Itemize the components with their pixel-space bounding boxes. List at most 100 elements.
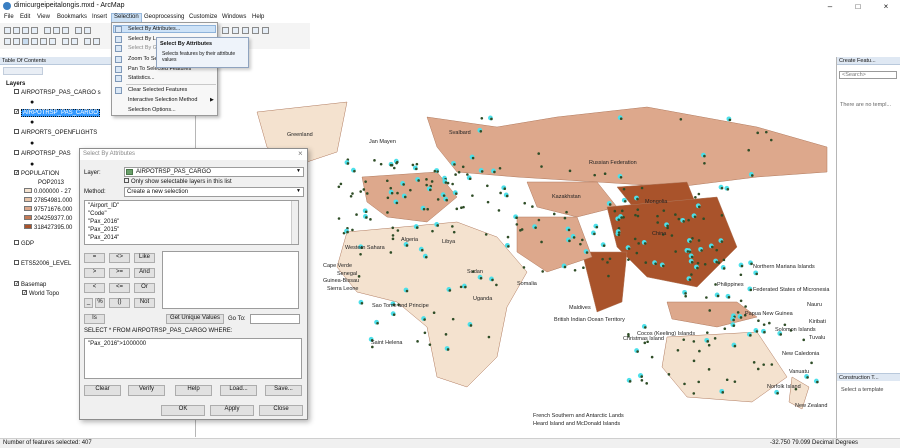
identify-icon[interactable] — [93, 38, 100, 45]
toc-layer-1[interactable]: ✓ AIRPOTRSP_PAS_CARGO — [14, 109, 100, 118]
field-item[interactable]: "Pax_2014" — [88, 235, 119, 241]
toc-layer-3[interactable]: AIRPOTRSP_PAS — [14, 150, 71, 157]
print-icon[interactable] — [31, 27, 38, 34]
only-selectable-checkbox[interactable] — [124, 178, 129, 183]
menu-geoprocessing[interactable]: Geoprocessing — [144, 14, 184, 20]
copy-icon[interactable] — [53, 27, 60, 34]
layer-checkbox[interactable]: ✓ — [22, 290, 27, 296]
field-item[interactable]: "Pax_2016" — [88, 219, 119, 225]
operator-button[interactable]: < — [84, 283, 105, 293]
field-item[interactable]: "Pax_2015" — [88, 227, 119, 233]
paste-icon[interactable] — [62, 27, 69, 34]
clear-button[interactable]: Clear — [84, 385, 121, 396]
menu-view[interactable]: View — [37, 14, 50, 20]
menu-item-select-by-attributes[interactable]: Select By Attributes... — [128, 26, 180, 32]
apply-button[interactable]: Apply — [210, 405, 254, 416]
menu-bookmarks[interactable]: Bookmarks — [57, 14, 87, 20]
operator-button[interactable]: Or — [134, 283, 155, 293]
toc-view-buttons[interactable] — [3, 67, 43, 75]
operator-button[interactable]: >= — [109, 268, 130, 278]
open-folder-icon[interactable] — [13, 27, 20, 34]
python-icon[interactable] — [262, 27, 269, 34]
help-button[interactable]: Help — [175, 385, 212, 396]
layer-checkbox[interactable] — [14, 260, 19, 265]
template-search-input[interactable]: <Search> — [839, 71, 897, 79]
editor-icon[interactable] — [222, 27, 229, 34]
pan-icon[interactable] — [22, 38, 29, 45]
dialog-close-icon[interactable]: × — [298, 149, 303, 158]
menu-item-select-by-location[interactable]: Select By Lo — [128, 36, 159, 42]
get-unique-values-button[interactable]: Get Unique Values — [166, 314, 224, 324]
menu-edit[interactable]: Edit — [20, 14, 30, 20]
toc-layer-6[interactable]: ETS52006_LEVEL — [14, 260, 71, 267]
operator-button[interactable]: = — [84, 253, 105, 263]
close-dialog-button[interactable]: Close — [259, 405, 303, 416]
arctoolbox-icon[interactable] — [252, 27, 259, 34]
operator-button[interactable]: > — [84, 268, 105, 278]
new-document-icon[interactable] — [4, 27, 11, 34]
operator-button[interactable]: <= — [109, 283, 130, 293]
layer-checkbox[interactable]: ✓ — [14, 109, 19, 115]
search-window-icon[interactable] — [242, 27, 249, 34]
fields-list[interactable]: "Airport_ID" "Code" "Pax_2016" "Pax_2015… — [84, 200, 299, 245]
menu-item-selection-options[interactable]: Selection Options... — [128, 107, 176, 113]
toc-basemap-child[interactable]: ✓ World Topo — [22, 290, 59, 297]
menu-item-clear-selected[interactable]: Clear Selected Features — [128, 87, 187, 93]
cut-icon[interactable] — [44, 27, 51, 34]
fixed-zoom-in-icon[interactable] — [40, 38, 47, 45]
is-button[interactable]: Is — [84, 314, 105, 324]
operator-button[interactable]: And — [134, 268, 155, 278]
maximize-button[interactable]: □ — [844, 0, 872, 13]
layer-checkbox[interactable] — [14, 89, 19, 94]
layer-checkbox[interactable] — [14, 129, 19, 134]
operator-button[interactable]: Like — [134, 253, 155, 263]
only-selectable-option[interactable]: Only show selectable layers in this list — [124, 178, 232, 185]
sql-expression-input[interactable]: "Pax_2016">1000000 — [84, 338, 302, 379]
menu-item-statistics[interactable]: Statistics... — [128, 75, 155, 81]
toc-layer-5[interactable]: GDP — [14, 240, 34, 247]
layer-checkbox[interactable]: ✓ — [14, 170, 19, 176]
fixed-zoom-out-icon[interactable] — [49, 38, 56, 45]
menu-item-zoom-to-selected[interactable]: Zoom To Se — [128, 56, 158, 62]
operator-button[interactable]: _ — [84, 298, 93, 308]
operator-button[interactable]: Not — [134, 298, 155, 308]
operator-button[interactable]: <> — [109, 253, 130, 263]
unique-values-list[interactable] — [162, 251, 299, 309]
fields-scrollbar[interactable] — [291, 201, 298, 244]
layer-select[interactable]: AIRPOTRSP_PAS_CARGO ▼ — [124, 167, 304, 177]
field-item[interactable]: "Airport_ID" — [88, 203, 119, 209]
layers-group[interactable]: Layers — [6, 81, 25, 87]
menu-customize[interactable]: Customize — [189, 14, 217, 20]
goto-input[interactable] — [250, 314, 300, 324]
menu-item-interactive-method[interactable]: Interactive Selection Method — [128, 97, 197, 103]
redo-icon[interactable] — [84, 27, 91, 34]
zoom-in-icon[interactable] — [4, 38, 11, 45]
ok-button[interactable]: OK — [161, 405, 205, 416]
operator-button[interactable]: () — [109, 298, 130, 308]
back-extent-icon[interactable] — [62, 38, 69, 45]
minimize-button[interactable]: – — [816, 0, 844, 13]
layer-checkbox[interactable]: ✓ — [14, 281, 19, 287]
layer-checkbox[interactable] — [14, 240, 19, 245]
menu-insert[interactable]: Insert — [92, 14, 107, 20]
method-select[interactable]: Create a new selection ▼ — [124, 187, 304, 197]
menu-help[interactable]: Help — [252, 14, 264, 20]
close-button[interactable]: × — [872, 0, 900, 13]
full-extent-icon[interactable] — [31, 38, 38, 45]
toc-layer-7[interactable]: ✓ Basemap — [14, 281, 46, 288]
toc-layer-4[interactable]: ✓ POPULATION — [14, 170, 59, 177]
verify-button[interactable]: Verify — [128, 385, 165, 396]
save-icon[interactable] — [22, 27, 29, 34]
toc-layer-0[interactable]: AIRPOTRSP_PAS_CARGO s — [14, 89, 101, 96]
toc-layer-2[interactable]: AIRPORTS_OPENFLIGHTS — [14, 129, 97, 136]
undo-icon[interactable] — [75, 27, 82, 34]
save-button[interactable]: Save... — [265, 385, 302, 396]
operator-button[interactable]: % — [95, 298, 105, 308]
layer-checkbox[interactable] — [14, 150, 19, 155]
select-features-icon[interactable] — [84, 38, 91, 45]
menu-item-select-by-graphics[interactable]: Select By Gr — [128, 45, 159, 51]
load-button[interactable]: Load... — [220, 385, 257, 396]
menu-file[interactable]: File — [4, 14, 14, 20]
menu-windows[interactable]: Windows — [222, 14, 246, 20]
field-item[interactable]: "Code" — [88, 211, 107, 217]
